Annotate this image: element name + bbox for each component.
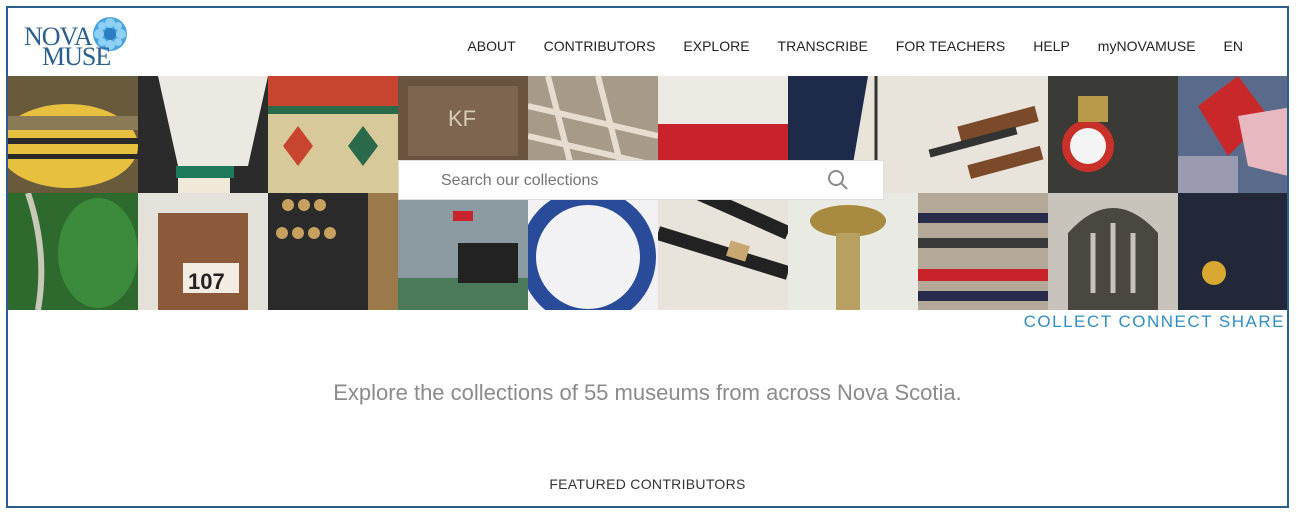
- nav-transcribe[interactable]: TRANSCRIBE: [778, 38, 868, 54]
- banner-image-button-jacket: [1178, 193, 1287, 310]
- featured-contributors-heading: FEATURED CONTRIBUTORS: [549, 476, 746, 492]
- banner-image-green-garment: [8, 193, 138, 310]
- search-input[interactable]: [439, 161, 843, 201]
- banner-image-brass-candlestick: [788, 193, 918, 310]
- nav-explore[interactable]: EXPLORE: [683, 38, 749, 54]
- logo-text-muse: MUSE: [42, 42, 111, 71]
- banner-image-abacus: [268, 193, 398, 310]
- svg-text:KF: KF: [448, 106, 476, 131]
- nav-language[interactable]: EN: [1224, 38, 1243, 54]
- tagline: COLLECT CONNECT SHARE: [1023, 312, 1285, 331]
- banner-image-yellow-bowl: [8, 76, 138, 193]
- browser-frame: NOVA MUSE ABOUT CONTRIBUTORS EXPLORE TRA…: [6, 6, 1289, 508]
- site-header: NOVA MUSE ABOUT CONTRIBUTORS EXPLORE TRA…: [8, 8, 1287, 76]
- banner-image-miners-lamp: [1048, 76, 1178, 193]
- nav-help[interactable]: HELP: [1033, 38, 1070, 54]
- intro-text: Explore the collections of 55 museums fr…: [333, 380, 962, 405]
- banner-image-ice-skates: [918, 76, 1048, 193]
- nav-about[interactable]: ABOUT: [467, 38, 515, 54]
- banner-image-patchwork-quilt: [1178, 76, 1287, 193]
- banner-image-handles: [658, 193, 788, 310]
- nav-for-teachers[interactable]: FOR TEACHERS: [896, 38, 1005, 54]
- banner-image-shuttlecock: [138, 76, 268, 193]
- svg-text:107: 107: [188, 269, 225, 294]
- banner-image-oil-can-107: 107: [138, 193, 268, 310]
- banner-image-ship-painting: [398, 193, 528, 310]
- main-nav: ABOUT CONTRIBUTORS EXPLORE TRANSCRIBE FO…: [467, 38, 1243, 54]
- nav-contributors[interactable]: CONTRIBUTORS: [544, 38, 656, 54]
- banner-image-iron-grate: [1048, 193, 1178, 310]
- search-box: [398, 160, 884, 201]
- banner-image-blue-plate: [528, 193, 658, 310]
- collection-banner: KF 107: [8, 76, 1287, 310]
- nav-mynovamuse[interactable]: myNOVAMUSE: [1098, 38, 1196, 54]
- banner-image-striped-rug: [918, 193, 1048, 310]
- banner-image-quilted-pattern: [268, 76, 398, 193]
- novamuse-logo[interactable]: NOVA MUSE: [22, 16, 142, 71]
- search-icon[interactable]: [827, 169, 849, 191]
